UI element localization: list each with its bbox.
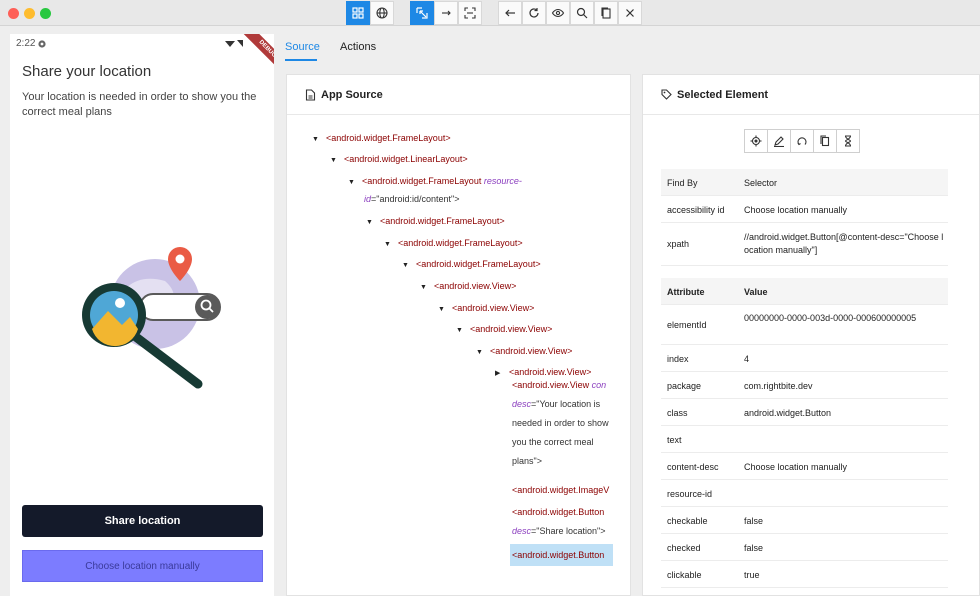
tag-icon [661,89,672,100]
timing-icon[interactable] [836,129,860,153]
eye-icon[interactable] [546,1,570,25]
attribute-row: class android.widget.Button [661,399,948,426]
tree-node[interactable]: ▼ <android.widget.FrameLayout> [384,234,523,254]
tree-node-continuation: id="android:id/content"> [364,194,460,204]
tab-source[interactable]: Source [285,41,320,53]
tree-node[interactable]: ▼ <android.view.View> [420,277,516,297]
attribute-row: checked false [661,534,948,561]
caret-down-icon[interactable]: ▼ [438,301,452,319]
maximize-window-button[interactable] [40,8,51,19]
attribute-row: elementId 00000000-0000-003d-0000-000600… [661,305,948,345]
find-by-header-row: Find By Selector [661,169,948,196]
attribute-row: index 4 [661,345,948,372]
find-by-row[interactable]: accessibility id Choose location manuall… [661,196,948,223]
window-titlebar [0,0,980,26]
element-actions-toolbar [744,129,860,153]
attribute-row: text [661,426,948,453]
tree-node-selected[interactable]: <android.widget.Button [510,544,613,566]
selected-element-header: Selected Element [643,75,979,115]
debug-banner: DEBUG [230,34,274,74]
app-source-header: App Source [287,75,630,115]
copy-attributes-icon[interactable] [813,129,837,153]
attribute-header-row: Attribute Value [661,278,948,305]
web-icon[interactable] [370,1,394,25]
caret-down-icon[interactable]: ▼ [402,257,416,275]
caret-down-icon[interactable]: ▼ [384,236,398,254]
swipe-icon[interactable] [434,1,458,25]
inspector-mode-icon[interactable] [346,1,370,25]
app-source-panel: App Source ▼ <android.widget.FrameLayout>… [286,74,631,596]
attribute-row: resource-id [661,480,948,507]
tap-coordinates-icon[interactable] [458,1,482,25]
status-time: 2:22 [16,38,36,49]
tree-node[interactable]: ▼ <android.view.View> [476,342,572,362]
tree-node[interactable]: <android.widget.Button desc="Share locat… [512,503,605,541]
settings-icon [38,40,46,48]
tree-node[interactable]: ▼ <android.view.View> [456,320,552,340]
attribute-row: checkable false [661,507,948,534]
caret-down-icon[interactable]: ▼ [330,152,344,170]
app-source-title: App Source [321,88,383,101]
clear-icon[interactable] [790,129,814,153]
caret-down-icon[interactable]: ▼ [456,322,470,340]
refresh-icon[interactable] [522,1,546,25]
back-icon[interactable] [498,1,522,25]
tree-node[interactable]: ▼ <android.widget.FrameLayout> [402,255,541,275]
tree-node[interactable]: ▼ <android.widget.LinearLayout> [330,150,468,170]
caret-right-icon[interactable]: ▶ [495,365,509,383]
send-keys-icon[interactable] [767,129,791,153]
close-window-button[interactable] [8,8,19,19]
tree-node[interactable]: ▼ <android.view.View> [438,299,534,319]
attribute-row: clickable true [661,561,948,588]
tree-node[interactable]: <android.widget.ImageV [512,481,609,499]
active-tab-indicator [285,59,317,61]
quit-icon[interactable] [618,1,642,25]
selected-element-title: Selected Element [677,88,769,101]
tap-element-icon[interactable] [744,129,768,153]
location-illustration [82,247,221,389]
caret-down-icon[interactable]: ▼ [476,344,490,362]
tree-node[interactable]: ▼ <android.widget.FrameLayout resource- [348,172,522,192]
caret-down-icon[interactable]: ▼ [348,174,362,192]
caret-down-icon[interactable]: ▼ [366,214,380,232]
page-title: Share your location [22,63,152,80]
source-tree[interactable]: ▼ <android.widget.FrameLayout> ▼ <android.… [307,125,613,585]
choose-location-manually-button[interactable]: Choose location manually [22,550,263,582]
page-description: Your location is needed in order to show… [22,91,257,118]
tree-node[interactable]: ▼ <android.widget.FrameLayout> [312,129,451,149]
attribute-row: content-desc Choose location manually [661,453,948,480]
tree-node[interactable]: <android.view.View con desc="Your locati… [512,376,609,471]
caret-down-icon[interactable]: ▼ [420,279,434,297]
share-location-button[interactable]: Share location [22,505,263,537]
tab-actions[interactable]: Actions [340,41,376,53]
select-element-icon[interactable] [410,1,434,25]
minimize-window-button[interactable] [24,8,35,19]
find-by-row[interactable]: xpath //android.widget.Button[@content-d… [661,223,948,266]
caret-down-icon[interactable]: ▼ [312,131,326,149]
selected-element-panel: Selected Element Find By Selector access… [642,74,980,596]
search-icon[interactable] [570,1,594,25]
device-screenshot[interactable]: 2:22 DEBUG Share your location Your loca… [10,34,274,596]
attribute-row: package com.rightbite.dev [661,372,948,399]
tree-node[interactable]: ▼ <android.widget.FrameLayout> [366,212,505,232]
file-icon [305,88,316,101]
copy-xml-icon[interactable] [594,1,618,25]
